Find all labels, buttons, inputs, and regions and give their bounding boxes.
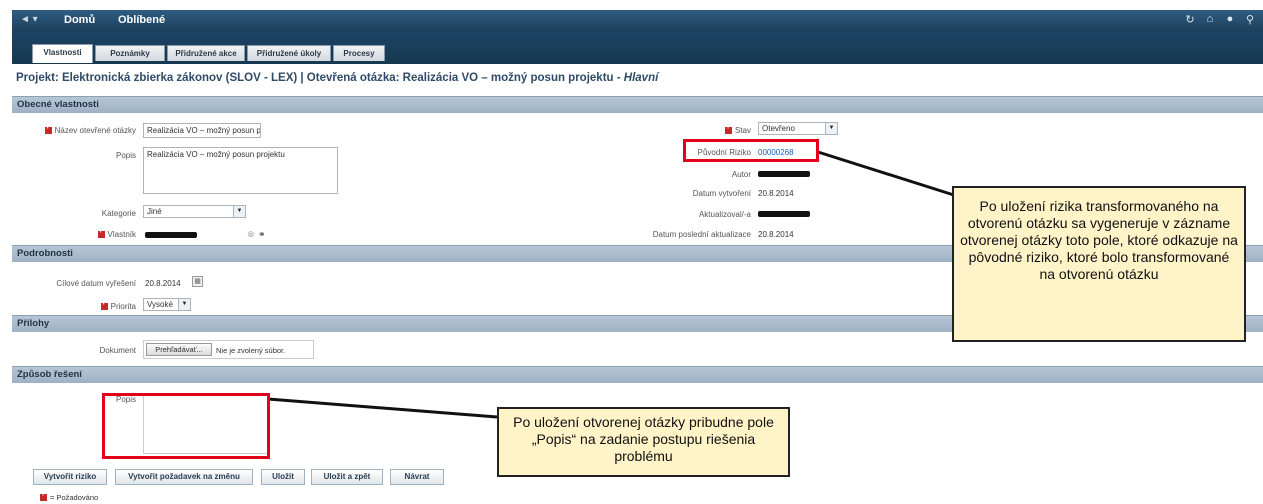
highlight-original-risk bbox=[683, 139, 819, 162]
highlight-resolution-description bbox=[102, 393, 270, 459]
callout-resolution-description: Po uložení otvorenej otázky pribudne pol… bbox=[497, 407, 790, 477]
callout-original-risk: Po uložení rizika transformovaného na ot… bbox=[952, 186, 1246, 342]
